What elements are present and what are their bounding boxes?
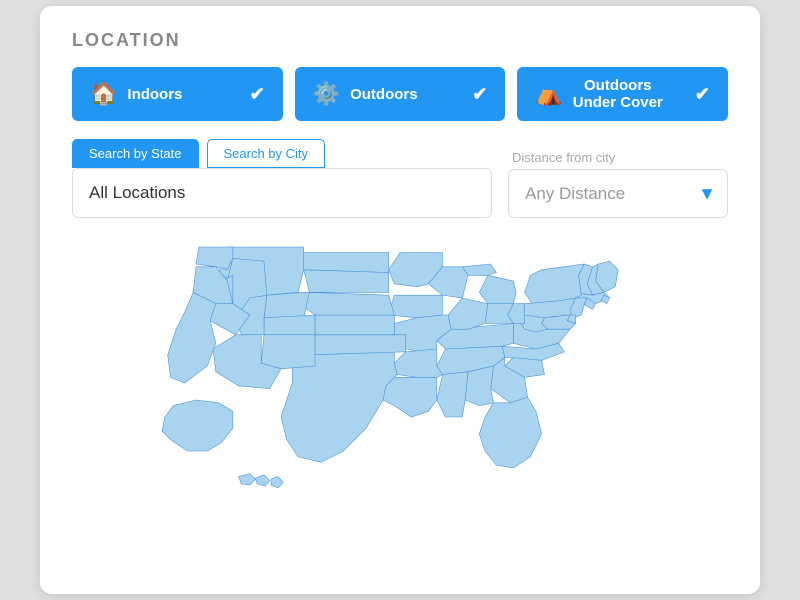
state-wa[interactable] bbox=[196, 247, 233, 270]
state-ar[interactable] bbox=[394, 349, 442, 377]
state-ca[interactable] bbox=[168, 292, 216, 383]
state-ms[interactable] bbox=[437, 372, 468, 417]
state-al[interactable] bbox=[465, 366, 493, 406]
search-tabs: Search by State Search by City bbox=[72, 139, 492, 218]
search-input[interactable] bbox=[72, 168, 492, 218]
state-sd[interactable] bbox=[304, 270, 389, 293]
state-hi2[interactable] bbox=[256, 475, 270, 486]
indoors-label: Indoors bbox=[127, 86, 182, 103]
distance-select-wrapper: Any Distance 10 miles 25 miles 50 miles … bbox=[508, 169, 728, 218]
outdoors-label: Outdoors bbox=[350, 86, 418, 103]
house-icon: 🏠 bbox=[90, 81, 117, 107]
state-hi[interactable] bbox=[239, 474, 256, 485]
state-ok[interactable] bbox=[315, 335, 406, 355]
state-tx[interactable] bbox=[281, 352, 397, 462]
state-wy[interactable] bbox=[264, 292, 309, 318]
outdoors-check-icon: ✔ bbox=[472, 84, 487, 105]
outdoors-undercover-button[interactable]: ⛺ OutdoorsUnder Cover ✔ bbox=[517, 67, 728, 121]
us-map bbox=[72, 230, 728, 570]
state-la[interactable] bbox=[383, 377, 437, 417]
state-hi3[interactable] bbox=[271, 477, 283, 488]
indoors-button[interactable]: 🏠 Indoors ✔ bbox=[72, 67, 283, 121]
state-ne[interactable] bbox=[304, 292, 395, 315]
gear-icon: ⚙️ bbox=[313, 81, 340, 107]
distance-select[interactable]: Any Distance 10 miles 25 miles 50 miles … bbox=[508, 169, 728, 218]
state-ks[interactable] bbox=[315, 315, 394, 335]
search-row: Search by State Search by City Distance … bbox=[72, 139, 728, 218]
state-nm[interactable] bbox=[261, 335, 315, 369]
outdoors-button[interactable]: ⚙️ Outdoors ✔ bbox=[295, 67, 506, 121]
state-il[interactable] bbox=[448, 298, 488, 329]
us-map-container bbox=[72, 230, 728, 570]
outdoors-undercover-label: OutdoorsUnder Cover bbox=[573, 77, 663, 111]
page-title: LOCATION bbox=[72, 30, 728, 51]
tab-buttons: Search by State Search by City bbox=[72, 139, 492, 168]
state-mi-upper[interactable] bbox=[462, 264, 496, 275]
state-co[interactable] bbox=[264, 315, 315, 335]
state-fl[interactable] bbox=[479, 397, 541, 468]
tent-icon: ⛺ bbox=[535, 81, 562, 107]
tab-search-by-city[interactable]: Search by City bbox=[207, 139, 326, 168]
state-nd[interactable] bbox=[304, 253, 389, 273]
state-ia[interactable] bbox=[389, 295, 443, 318]
filter-buttons-row: 🏠 Indoors ✔ ⚙️ Outdoors ✔ ⛺ OutdoorsUnde… bbox=[72, 67, 728, 121]
outdoors-undercover-check-icon: ✔ bbox=[695, 84, 710, 105]
distance-label: Distance from city bbox=[508, 150, 728, 165]
state-mi-lower[interactable] bbox=[479, 275, 516, 303]
state-ak[interactable] bbox=[162, 400, 233, 451]
tab-search-by-state[interactable]: Search by State bbox=[72, 139, 199, 168]
location-card: LOCATION 🏠 Indoors ✔ ⚙️ Outdoors ✔ ⛺ Out… bbox=[40, 6, 760, 594]
indoors-check-icon: ✔ bbox=[250, 84, 265, 105]
distance-section: Distance from city Any Distance 10 miles… bbox=[508, 150, 728, 218]
